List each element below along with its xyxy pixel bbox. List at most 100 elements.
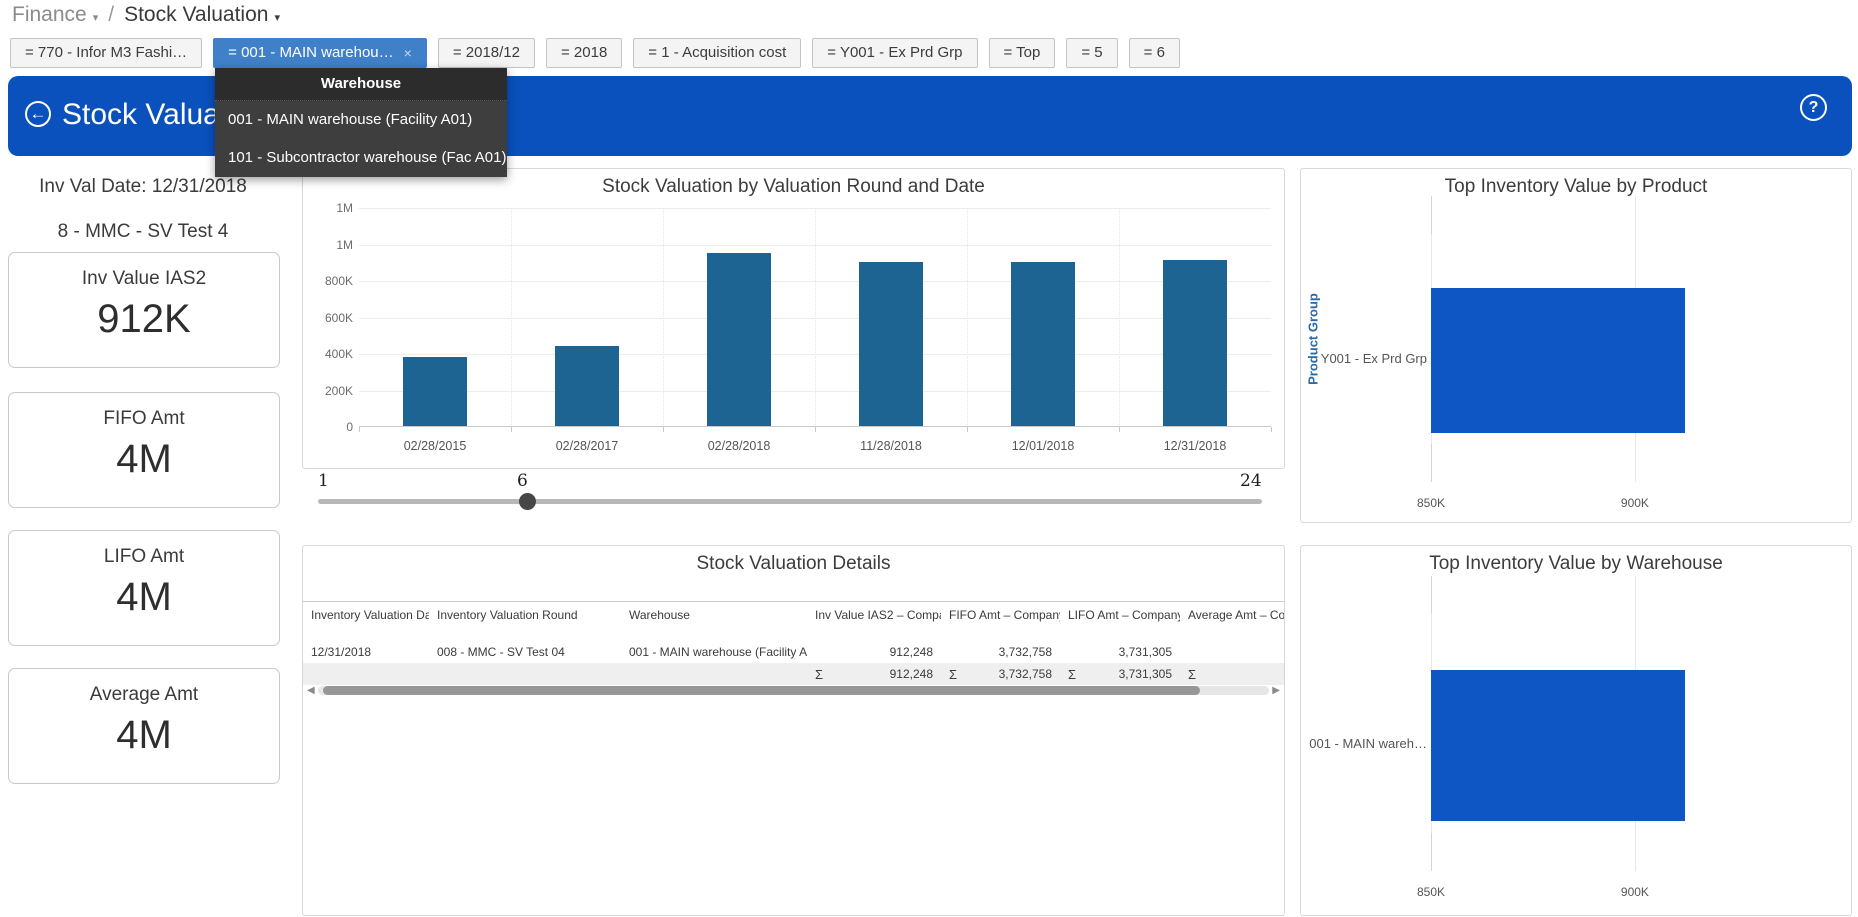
back-icon[interactable]: ←: [25, 101, 51, 127]
chart-bar[interactable]: [1431, 670, 1685, 820]
column-header: Inventory Valuation Round: [429, 602, 621, 642]
help-icon[interactable]: ?: [1800, 94, 1827, 121]
chart-bar[interactable]: [555, 346, 619, 426]
filter-chip[interactable]: = Top: [989, 38, 1056, 68]
chart-bar[interactable]: [707, 253, 771, 426]
filter-chip[interactable]: = 5: [1066, 38, 1117, 68]
x-axis-line: [359, 426, 1271, 427]
product-chart-plot: [1431, 196, 1847, 482]
filter-chip[interactable]: = 1 - Acquisition cost: [633, 38, 801, 68]
cell-fifo-amt: 3,732,758: [941, 645, 1060, 659]
column-header: FIFO Amt – Company: [941, 602, 1060, 642]
breadcrumb-section[interactable]: Finance ▾: [12, 3, 98, 27]
panel-top-inventory-by-product: Top Inventory Value by Product 850K900KY…: [1300, 168, 1852, 523]
kpi-value: 4M: [9, 575, 279, 620]
table-summary-row: Σ 912,248 Σ 3,732,758 Σ 3,731,305 Σ: [303, 663, 1284, 685]
summary-cell-average: Σ: [1180, 667, 1284, 682]
summary-value: 3,731,305: [1119, 667, 1172, 681]
slider-min-label: 1: [318, 471, 329, 491]
axis-tick: [1431, 833, 1432, 871]
y-axis-tick-label: 400K: [307, 347, 353, 361]
valuation-round-text: 8 - MMC - SV Test 4: [0, 221, 286, 243]
x-axis-tick-label: 850K: [1417, 885, 1445, 899]
table-row[interactable]: 12/31/2018 008 - MMC - SV Test 04 001 - …: [303, 641, 1284, 663]
scroll-left-icon[interactable]: ◀: [307, 685, 315, 696]
summary-cell-fifo: Σ 3,732,758: [941, 667, 1060, 682]
warehouse-chart-plot: [1431, 576, 1847, 871]
x-axis-tick-label: 02/28/2018: [663, 439, 815, 453]
slider-track[interactable]: [318, 499, 1262, 504]
close-icon[interactable]: ×: [404, 46, 412, 60]
filter-chip[interactable]: = 770 - Infor M3 Fashi…: [10, 38, 202, 68]
chevron-down-icon: ▾: [93, 11, 99, 24]
chart-bar[interactable]: [1163, 260, 1227, 427]
y-axis-tick-label: 0: [307, 420, 353, 434]
kpi-card-average-amt: Average Amt 4M: [8, 668, 280, 784]
filter-bar: = 770 - Infor M3 Fashi… = 001 - MAIN ware…: [10, 38, 1180, 68]
filter-chip[interactable]: = 6: [1129, 38, 1180, 68]
kpi-value: 4M: [9, 713, 279, 758]
filter-chip[interactable]: = 001 - MAIN warehou… ×: [213, 38, 427, 68]
summary-value: 3,732,758: [999, 667, 1052, 681]
column-header: Warehouse: [621, 602, 807, 642]
chart-title: Stock Valuation by Valuation Round and D…: [303, 176, 1284, 198]
scroll-right-icon[interactable]: ▶: [1272, 685, 1280, 696]
filter-chip-label: = 770 - Infor M3 Fashi…: [25, 44, 187, 61]
filter-chip[interactable]: = 2018: [546, 38, 622, 68]
chart-bar[interactable]: [1011, 262, 1075, 426]
x-axis-tick-label: 900K: [1621, 496, 1649, 510]
warehouse-dropdown: Warehouse 001 - MAIN warehouse (Facility…: [215, 68, 507, 177]
kpi-label: Inv Value IAS2: [9, 268, 279, 290]
column-header: LIFO Amt – Company: [1060, 602, 1180, 642]
axis-tick: [967, 427, 968, 432]
summary-cell-lifo: Σ 3,731,305: [1060, 667, 1180, 682]
y-axis-tick-label: 800K: [307, 274, 353, 288]
gridline: [663, 208, 664, 427]
y-axis-tick-label: 200K: [307, 384, 353, 398]
scrollbar-thumb[interactable]: [323, 686, 1200, 695]
chart-bar[interactable]: [1431, 288, 1685, 434]
column-header: Inv Value IAS2 – Company: [807, 602, 941, 642]
filter-chip-label: = 6: [1144, 44, 1165, 61]
slider-max-label: 24: [1240, 471, 1262, 491]
filter-chip-label: = Y001 - Ex Prd Grp: [827, 44, 962, 61]
x-axis-tick-label: 850K: [1417, 496, 1445, 510]
panel-stock-valuation-details: Stock Valuation Details Inventory Valuat…: [302, 545, 1285, 916]
axis-tick: [359, 427, 360, 432]
table-title: Stock Valuation Details: [303, 553, 1284, 575]
panel-top-inventory-by-warehouse: Top Inventory Value by Warehouse 850K900…: [1300, 545, 1852, 916]
axis-tick: [1271, 427, 1272, 432]
gridline: [815, 208, 816, 427]
filter-chip-label: = 2018/12: [453, 44, 520, 61]
filter-chip[interactable]: = 2018/12: [438, 38, 535, 68]
dropdown-item[interactable]: 001 - MAIN warehouse (Facility A01): [215, 101, 507, 139]
chart-title: Top Inventory Value by Product: [1301, 176, 1851, 198]
sigma-icon: Σ: [1068, 667, 1076, 682]
kpi-card-fifo-amt: FIFO Amt 4M: [8, 392, 280, 508]
dashboard-canvas: Finance ▾ / Stock Valuation ▾ = 770 - In…: [0, 0, 1858, 917]
axis-tick: [511, 427, 512, 432]
breadcrumb-page[interactable]: Stock Valuation ▾: [124, 3, 280, 27]
main-chart-plot: [359, 208, 1271, 427]
sigma-icon: Σ: [815, 667, 823, 682]
filter-chip-label: = 1 - Acquisition cost: [648, 44, 786, 61]
slider-handle[interactable]: [519, 493, 536, 510]
chart-bar[interactable]: [859, 262, 923, 426]
dropdown-item[interactable]: 101 - Subcontractor warehouse (Fac A01): [215, 139, 507, 177]
x-axis-tick-label: 900K: [1621, 885, 1649, 899]
chart-bar[interactable]: [403, 357, 467, 426]
x-axis-tick-label: 12/01/2018: [967, 439, 1119, 453]
filter-chip[interactable]: = Y001 - Ex Prd Grp: [812, 38, 977, 68]
gridline: [1119, 208, 1120, 427]
sigma-icon: Σ: [949, 667, 957, 682]
axis-tick: [1431, 576, 1432, 614]
kpi-value: 912K: [9, 297, 279, 342]
x-axis-tick-label: 12/31/2018: [1119, 439, 1271, 453]
y-axis-tick-label: 1M: [307, 238, 353, 252]
breadcrumb-separator: /: [108, 3, 114, 27]
axis-tick: [1431, 196, 1432, 234]
y-axis-tick-label: 1M: [307, 201, 353, 215]
filter-chip-label: = 2018: [561, 44, 607, 61]
x-axis-tick-label: 02/28/2015: [359, 439, 511, 453]
filter-chip-label: = 001 - MAIN warehou…: [228, 39, 394, 67]
